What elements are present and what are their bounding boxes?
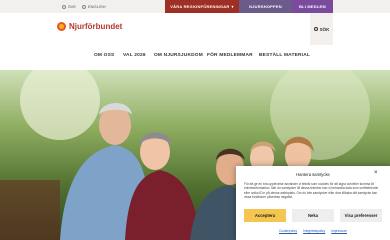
lang-switch-en[interactable]: ENGLISH: [82, 0, 106, 13]
globe-icon: [82, 4, 86, 9]
chevron-down-icon: ▾: [231, 4, 234, 9]
search-button[interactable]: SÖK: [310, 13, 333, 45]
regions-label: VÅRA REGIONFÖRENINGAR: [170, 4, 230, 9]
logo-text: Njurförbundet: [69, 22, 123, 31]
top-bar: SVE ENGLISH VÅRA REGIONFÖRENINGAR ▾ NJUR…: [0, 0, 390, 13]
globe-icon: [62, 4, 66, 9]
deny-button[interactable]: Neka: [292, 209, 334, 222]
nav-item-for-medlemmar[interactable]: FÖR MEDLEMMAR: [207, 53, 253, 58]
impressum-link[interactable]: Impressum: [331, 229, 347, 233]
logo[interactable]: Njurförbundet: [57, 22, 122, 31]
nav-item-om-njursjukdom[interactable]: OM NJURSJUKDOM: [154, 53, 203, 58]
nav-item-om-oss[interactable]: OM OSS: [94, 53, 114, 58]
search-label: SÖK: [319, 26, 330, 32]
store-label: NJURSHOPPEN: [249, 4, 282, 9]
lang-switch-sv[interactable]: SVE: [62, 0, 76, 13]
nav-item-bestall-material[interactable]: BESTÄLL MATERIAL: [259, 53, 310, 58]
logo-icon: [57, 22, 66, 31]
cookie-links: Cookiepolicy Integritetspolicy Impressum: [236, 229, 390, 233]
search-icon: [313, 27, 318, 31]
close-icon[interactable]: ×: [374, 170, 378, 176]
member-button[interactable]: BLI MEDLEM: [292, 0, 333, 13]
cookie-title: Hantera samtycke: [296, 172, 330, 177]
cookie-policy-link[interactable]: Cookiepolicy: [279, 229, 297, 233]
preferences-button[interactable]: Visa preferenser: [340, 209, 382, 222]
cookie-text: För att ge en bra upplevelse använder vi…: [244, 182, 379, 200]
lang-sv-label: SVE: [68, 4, 77, 9]
store-button[interactable]: NJURSHOPPEN: [239, 0, 292, 13]
privacy-policy-link[interactable]: Integritetspolicy: [303, 229, 325, 233]
member-label: BLI MEDLEM: [299, 4, 326, 9]
nav-item-val-2026[interactable]: VAL 2026: [123, 53, 146, 58]
regions-dropdown[interactable]: VÅRA REGIONFÖRENINGAR ▾: [165, 0, 239, 13]
cookie-consent-dialog: Hantera samtycke × För att ge en bra upp…: [236, 166, 390, 240]
lang-en-label: ENGLISH: [88, 4, 106, 9]
accept-button[interactable]: Acceptera: [244, 209, 286, 222]
